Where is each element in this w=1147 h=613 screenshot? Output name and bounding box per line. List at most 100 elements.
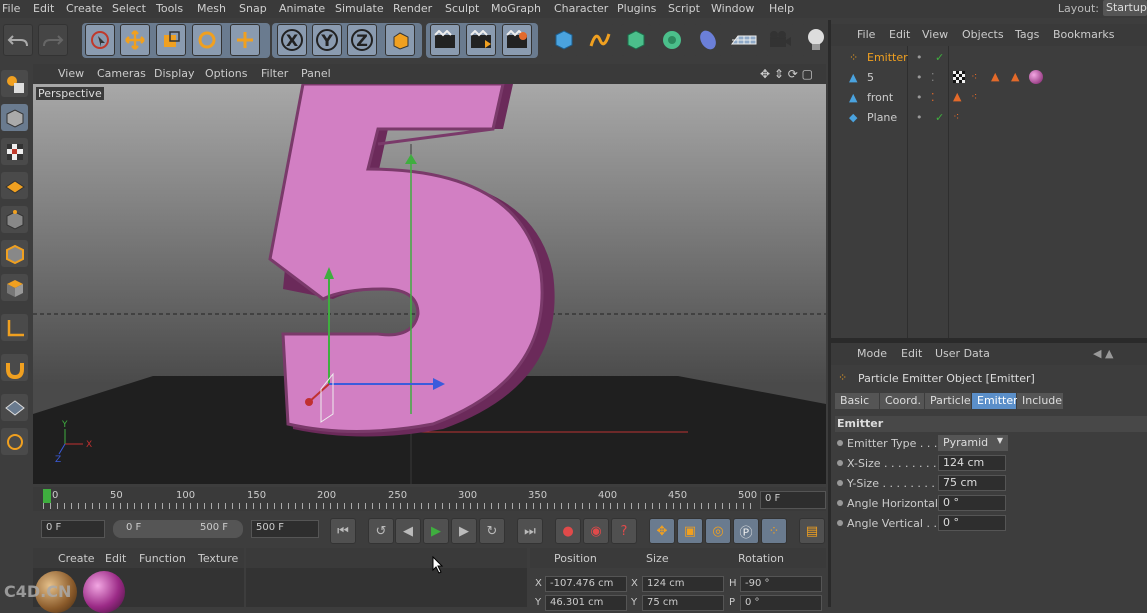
- menu-help[interactable]: Help: [769, 2, 794, 15]
- viewport-menu-display[interactable]: Display: [154, 67, 195, 80]
- menu-file[interactable]: File: [2, 2, 20, 15]
- menu-character[interactable]: Character: [554, 2, 608, 15]
- keyframe-selection-icon[interactable]: ?: [611, 518, 637, 544]
- object-row-5[interactable]: ▲ 5 • ⁚ ⁖ ▲ ▲: [831, 68, 1147, 88]
- om-menu-bookmarks[interactable]: Bookmarks: [1053, 28, 1114, 41]
- start-frame-field[interactable]: 0 F: [41, 520, 105, 538]
- viewport-menu-panel[interactable]: Panel: [301, 67, 331, 80]
- go-to-next-key-icon[interactable]: ↻: [479, 518, 505, 544]
- layout-dropdown[interactable]: Startup: [1103, 0, 1147, 16]
- viewport-menu-view[interactable]: View: [58, 67, 84, 80]
- position-x-field[interactable]: -107.476 cm: [545, 576, 627, 592]
- visibility-dot-icon-front[interactable]: •: [916, 91, 923, 104]
- material-menu-edit[interactable]: Edit: [105, 552, 126, 565]
- layer-dot-icon-front[interactable]: ⁚: [931, 91, 935, 104]
- layer-dot-icon-5[interactable]: ⁚: [931, 71, 935, 84]
- floor-icon[interactable]: [729, 24, 759, 56]
- x-size-field[interactable]: 124 cm: [938, 455, 1006, 471]
- model-mode-icon[interactable]: [1, 104, 28, 131]
- texture-mode-icon[interactable]: [1, 138, 28, 165]
- rotate-tool-icon[interactable]: [192, 24, 222, 56]
- angle-horizontal-anim-dot-icon[interactable]: [837, 500, 843, 506]
- live-selection-icon[interactable]: [85, 24, 115, 56]
- menu-snap[interactable]: Snap: [239, 2, 267, 15]
- rotation-p-field[interactable]: 0 °: [740, 595, 822, 611]
- size-x-field[interactable]: 124 cm: [642, 576, 724, 592]
- angle-vertical-anim-dot-icon[interactable]: [837, 520, 843, 526]
- object-name-5[interactable]: 5: [867, 71, 874, 84]
- emitter-type-dropdown[interactable]: Pyramid ▼: [938, 435, 1008, 451]
- menu-create[interactable]: Create: [66, 2, 103, 15]
- tab-emitter[interactable]: Emitter: [972, 393, 1018, 409]
- tab-basic[interactable]: Basic: [835, 393, 879, 409]
- menu-select[interactable]: Select: [112, 2, 146, 15]
- tab-particle[interactable]: Particle: [925, 393, 971, 409]
- render-view-icon[interactable]: [430, 24, 460, 56]
- am-back-icon[interactable]: ◀ ▲: [1093, 347, 1113, 360]
- timeline-ruler[interactable]: 0 50 100 150 200 250 300 350 400 450 500: [33, 487, 826, 511]
- menu-sculpt[interactable]: Sculpt: [445, 2, 479, 15]
- record-parameter-icon[interactable]: Ⓟ: [733, 518, 759, 544]
- tab-include[interactable]: Include: [1017, 393, 1063, 409]
- workplane-mode-icon[interactable]: [1, 172, 28, 199]
- viewport-navigation-icon[interactable]: ✥ ⇕ ⟳ ▢: [760, 67, 813, 81]
- tab-coord[interactable]: Coord.: [880, 393, 924, 409]
- menu-simulate[interactable]: Simulate: [335, 2, 384, 15]
- record-position-icon[interactable]: ✥: [649, 518, 675, 544]
- om-menu-objects[interactable]: Objects: [962, 28, 1004, 41]
- y-axis-lock-icon[interactable]: Y: [312, 24, 342, 56]
- step-back-icon[interactable]: ◀: [395, 518, 421, 544]
- end-frame-field[interactable]: 500 F: [251, 520, 319, 538]
- light-icon[interactable]: [801, 24, 831, 56]
- material-tag-icon[interactable]: [1029, 70, 1043, 84]
- material-menu-texture[interactable]: Texture: [198, 552, 238, 565]
- y-size-field[interactable]: 75 cm: [938, 475, 1006, 491]
- texture-tag-icon[interactable]: [953, 71, 965, 83]
- coordinate-system-icon[interactable]: [385, 24, 415, 56]
- go-to-start-icon[interactable]: ⏮: [330, 518, 356, 544]
- tag-triangle-icon-2[interactable]: ▲: [1011, 70, 1019, 83]
- render-settings-icon[interactable]: [502, 24, 532, 56]
- enabled-check-icon[interactable]: ✓: [935, 51, 944, 64]
- step-forward-icon[interactable]: ▶: [451, 518, 477, 544]
- om-menu-edit[interactable]: Edit: [889, 28, 910, 41]
- undo-icon[interactable]: [3, 24, 33, 56]
- object-row-front[interactable]: ▲ front • ⁚ ▲ ⁖: [831, 88, 1147, 108]
- material-menu-function[interactable]: Function: [139, 552, 186, 565]
- locked-workplane-icon[interactable]: [1, 428, 28, 455]
- workplane-grid-icon[interactable]: [1, 394, 28, 421]
- menu-tools[interactable]: Tools: [156, 2, 183, 15]
- emitter-type-anim-dot-icon[interactable]: [837, 440, 843, 446]
- angle-vertical-field[interactable]: 0 °: [938, 515, 1006, 531]
- make-editable-icon[interactable]: [1, 70, 28, 97]
- cube-icon[interactable]: [549, 24, 579, 56]
- cloner-icon[interactable]: [657, 24, 687, 56]
- camera-icon[interactable]: [765, 24, 795, 56]
- subdivision-icon[interactable]: [621, 24, 651, 56]
- move-tool-icon[interactable]: [120, 24, 150, 56]
- scheme-settings-icon[interactable]: ▤: [799, 518, 825, 544]
- go-to-previous-key-icon[interactable]: ↺: [368, 518, 394, 544]
- object-name-front[interactable]: front: [867, 91, 893, 104]
- timeline-playhead[interactable]: [43, 489, 51, 503]
- redo-icon[interactable]: [38, 24, 68, 56]
- am-menu-mode[interactable]: Mode: [857, 347, 887, 360]
- edges-mode-icon[interactable]: [1, 240, 28, 267]
- object-name-emitter[interactable]: Emitter: [867, 51, 908, 64]
- material-menu-create[interactable]: Create: [58, 552, 95, 565]
- enabled-check-icon-plane[interactable]: ✓: [935, 111, 944, 124]
- om-menu-view[interactable]: View: [922, 28, 948, 41]
- object-name-plane[interactable]: Plane: [867, 111, 897, 124]
- x-axis-lock-icon[interactable]: X: [277, 24, 307, 56]
- menu-mesh[interactable]: Mesh: [197, 2, 226, 15]
- visibility-dot-icon-plane[interactable]: •: [916, 111, 923, 124]
- scale-tool-icon[interactable]: [156, 24, 186, 56]
- angle-horizontal-field[interactable]: 0 °: [938, 495, 1006, 511]
- z-axis-lock-icon[interactable]: Z: [347, 24, 377, 56]
- rotation-h-field[interactable]: -90 °: [740, 576, 822, 592]
- y-size-anim-dot-icon[interactable]: [837, 480, 843, 486]
- record-point-level-icon[interactable]: ⁘: [761, 518, 787, 544]
- create-object-icon[interactable]: [230, 24, 260, 56]
- am-menu-user-data[interactable]: User Data: [935, 347, 990, 360]
- menu-animate[interactable]: Animate: [279, 2, 325, 15]
